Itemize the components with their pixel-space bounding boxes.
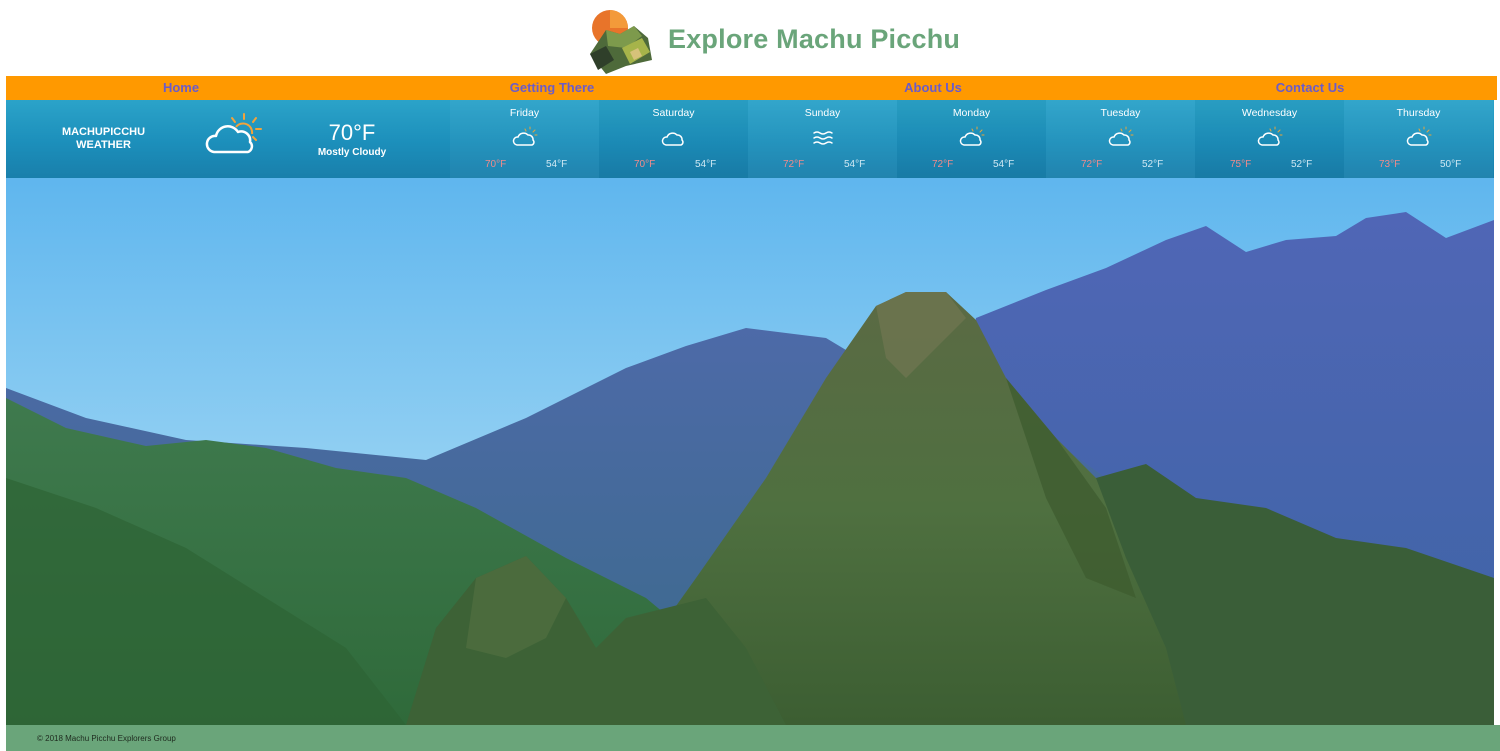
current-conditions: Mostly Cloudy	[317, 147, 387, 158]
nav-item-about-us[interactable]: About Us	[888, 76, 978, 100]
forecast-low: 52°F	[1142, 159, 1164, 170]
weather-widget[interactable]: MACHUPICCHU WEATHER 70°F Mostly Cloudy F…	[6, 100, 1494, 178]
forecast-high: 72°F	[1081, 159, 1103, 170]
hero-image	[6, 178, 1494, 725]
forecast-day-name: Friday	[509, 107, 540, 119]
partly-cloudy-icon	[1406, 126, 1432, 146]
forecast-high: 72°F	[932, 159, 954, 170]
fog-icon	[813, 131, 833, 145]
forecast-low: 54°F	[844, 159, 866, 170]
forecast-day-name: Thursday	[1396, 107, 1441, 119]
partly-cloudy-icon	[959, 126, 985, 146]
forecast-day-name: Wednesday	[1241, 107, 1298, 119]
forecast-day: Wednesday 75°F 52°F	[1195, 100, 1344, 178]
cloud-icon	[661, 132, 684, 146]
site-footer: © 2018 Machu Picchu Explorers Group	[6, 725, 1500, 751]
footer-copyright: © 2018 Machu Picchu Explorers Group	[37, 734, 176, 743]
forecast-day: Monday 72°F 54°F	[897, 100, 1046, 178]
forecast-low: 54°F	[695, 159, 717, 170]
forecast-low: 54°F	[546, 159, 568, 170]
partly-cloudy-icon	[205, 113, 262, 154]
machu-picchu-logo[interactable]	[586, 8, 654, 74]
forecast-day: Saturday 70°F 54°F	[599, 100, 748, 178]
weather-city: MACHUPICCHU	[61, 126, 146, 138]
forecast-day: Sunday 72°F 54°F	[748, 100, 897, 178]
nav-item-getting-there[interactable]: Getting There	[496, 76, 608, 100]
forecast-high: 70°F	[634, 159, 656, 170]
site-title: Explore Machu Picchu	[668, 24, 961, 54]
forecast-low: 50°F	[1440, 159, 1462, 170]
forecast-day-name: Sunday	[804, 107, 841, 119]
current-temperature: 70°F	[328, 120, 376, 145]
forecast-high: 70°F	[485, 159, 507, 170]
forecast-day: Tuesday 72°F 52°F	[1046, 100, 1195, 178]
partly-cloudy-icon	[512, 126, 538, 146]
nav-item-home[interactable]: Home	[136, 76, 226, 100]
partly-cloudy-icon	[1108, 126, 1134, 146]
forecast-day-name: Monday	[952, 107, 991, 119]
main-nav: Home Getting There About Us Contact Us	[6, 76, 1497, 100]
forecast-low: 52°F	[1291, 159, 1313, 170]
site-header: Explore Machu Picchu	[0, 0, 1500, 76]
forecast-day: Thursday 73°F 50°F	[1344, 100, 1493, 178]
mountain-landscape-image	[6, 178, 1494, 725]
forecast-high: 73°F	[1379, 159, 1401, 170]
forecast-day-name: Tuesday	[1100, 107, 1141, 119]
partly-cloudy-icon	[1257, 126, 1283, 146]
forecast-low: 54°F	[993, 159, 1015, 170]
forecast-list: Friday 70°F 54°F Saturday 70°F 54°F Sund…	[450, 100, 1494, 178]
forecast-day-name: Saturday	[652, 107, 695, 119]
weather-label: WEATHER	[76, 139, 131, 151]
forecast-day: Friday 70°F 54°F	[450, 100, 599, 178]
weather-location: MACHUPICCHU WEATHER	[46, 126, 161, 152]
forecast-high: 75°F	[1230, 159, 1252, 170]
forecast-high: 72°F	[783, 159, 805, 170]
nav-item-contact-us[interactable]: Contact Us	[1260, 76, 1360, 100]
